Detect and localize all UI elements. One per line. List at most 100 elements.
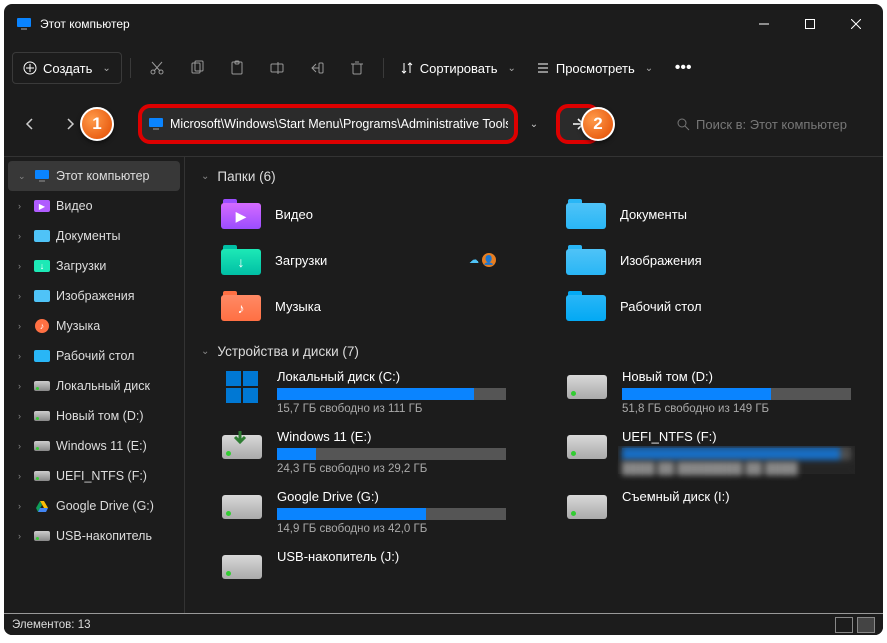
new-label: Создать [43,61,92,76]
sort-label: Сортировать [420,61,498,76]
sidebar-item-3[interactable]: ›↓Загрузки [4,251,184,281]
expand-icon: › [18,501,28,511]
sidebar-item-11[interactable]: › Google Drive (G:) [4,491,184,521]
details-view-button[interactable] [835,617,853,633]
sidebar-item-10[interactable]: ›UEFI_NTFS (F:) [4,461,184,491]
folder-icon [566,198,606,230]
drive-item[interactable]: Новый том (D:)51,8 ГБ свободно из 149 ГБ [566,369,871,415]
expand-icon: ⌄ [18,171,28,182]
folder-label: Загрузки [275,253,327,268]
drives-section-header[interactable]: ⌄ Устройства и диски (7) [201,344,871,359]
drives-title: Устройства и диски (7) [217,344,359,359]
folder-icon: ↓ [221,244,261,276]
expand-icon: › [18,411,28,421]
item-icon [34,228,50,244]
expand-icon: › [18,471,28,481]
pc-icon [16,16,32,32]
item-label: Музыка [56,319,100,333]
address-input[interactable] [170,117,508,131]
expand-icon: › [18,231,28,241]
drive-item[interactable]: USB-накопитель (J:) [221,549,526,585]
drive-name: Новый том (D:) [622,369,851,384]
drive-item[interactable]: Windows 11 (E:)24,3 ГБ свободно из 29,2 … [221,429,526,475]
folder-icon: ♪ [221,290,261,322]
drive-item[interactable]: Google Drive (G:)14,9 ГБ свободно из 42,… [221,489,526,535]
content-pane[interactable]: ⌄ Папки (6) ▶ВидеоДокументы↓Загрузки☁👤Из… [184,157,883,613]
folders-section-header[interactable]: ⌄ Папки (6) [201,169,871,184]
item-icon: ▶ [34,198,50,214]
drive-icon [221,369,263,405]
drive-name: Google Drive (G:) [277,489,506,504]
item-label: Изображения [56,289,135,303]
folder-item[interactable]: ♪ Музыка [221,286,526,326]
expand-icon: › [18,351,28,361]
expand-icon: › [18,321,28,331]
search-box[interactable]: Поиск в: Этот компьютер [668,108,873,140]
drive-item[interactable]: Локальный диск (C:)15,7 ГБ свободно из 1… [221,369,526,415]
sidebar-item-1[interactable]: ›▶Видео [4,191,184,221]
address-bar[interactable] [138,104,518,144]
chevron-down-icon: ⌄ [645,63,653,74]
minimize-button[interactable] [741,8,787,40]
chevron-down-icon: ⌄ [201,346,209,357]
item-icon [34,498,50,514]
delete-button[interactable] [339,52,375,84]
folder-icon [566,290,606,322]
chevron-down-icon: ⌄ [102,63,110,74]
folder-item[interactable]: Изображения [566,240,871,280]
maximize-button[interactable] [787,8,833,40]
folders-title: Папки (6) [217,169,275,184]
item-label: Рабочий стол [56,349,134,363]
copy-button[interactable] [179,52,215,84]
new-button[interactable]: Создать ⌄ [12,52,122,84]
back-button[interactable] [14,108,46,140]
search-icon [676,117,690,131]
drive-icon [566,489,608,525]
tiles-view-button[interactable] [857,617,875,633]
sidebar-item-5[interactable]: ›♪Музыка [4,311,184,341]
item-label: USB-накопитель [56,529,152,543]
expand-icon: › [18,291,28,301]
item-icon: ↓ [34,258,50,274]
expand-icon: › [18,441,28,451]
item-icon [34,168,50,184]
explorer-window: Этот компьютер Создать ⌄ Сортировать ⌄ П… [4,4,883,635]
chevron-down-icon: ⌄ [201,171,209,182]
folder-label: Видео [275,207,313,222]
view-button[interactable]: Просмотреть ⌄ [528,52,661,84]
drive-icon [566,429,608,465]
sidebar-item-7[interactable]: ›Локальный диск [4,371,184,401]
sidebar-item-6[interactable]: › Рабочий стол [4,341,184,371]
drive-icon [221,549,263,585]
sort-button[interactable]: Сортировать ⌄ [392,52,524,84]
share-button[interactable] [299,52,335,84]
sidebar-item-8[interactable]: ›Новый том (D:) [4,401,184,431]
item-label: Локальный диск [56,379,150,393]
sidebar-item-4[interactable]: › Изображения [4,281,184,311]
item-label: Google Drive (G:) [56,499,154,513]
drive-item[interactable]: Съемный диск (I:) [566,489,871,535]
more-button[interactable]: ••• [665,52,701,84]
sidebar-item-2[interactable]: ›Документы [4,221,184,251]
close-button[interactable] [833,8,879,40]
folder-item[interactable]: ↓Загрузки☁👤 [221,240,526,280]
sidebar-item-0[interactable]: ⌄Этот компьютер [8,161,180,191]
folder-item[interactable]: Документы [566,194,871,234]
paste-button[interactable] [219,52,255,84]
status-elements-count: 13 [78,619,91,631]
folder-label: Музыка [275,299,321,314]
drive-icon [221,429,263,465]
callout-1: 1 [80,107,114,141]
drive-icon [566,369,608,405]
expand-icon: › [18,201,28,211]
address-history-button[interactable]: ⌄ [526,119,542,130]
rename-button[interactable] [259,52,295,84]
sidebar-item-12[interactable]: ›USB-накопитель [4,521,184,551]
drive-item[interactable]: UEFI_NTFS (F:)████ ██ ████████ ██ ████ [566,429,871,475]
sidebar-item-9[interactable]: ›Windows 11 (E:) [4,431,184,461]
folder-item[interactable]: Рабочий стол [566,286,871,326]
folder-item[interactable]: ▶Видео [221,194,526,234]
title-bar: Этот компьютер [4,4,883,44]
cut-button[interactable] [139,52,175,84]
navigation-pane[interactable]: ⌄Этот компьютер›▶Видео›Документы›↓Загруз… [4,157,184,613]
